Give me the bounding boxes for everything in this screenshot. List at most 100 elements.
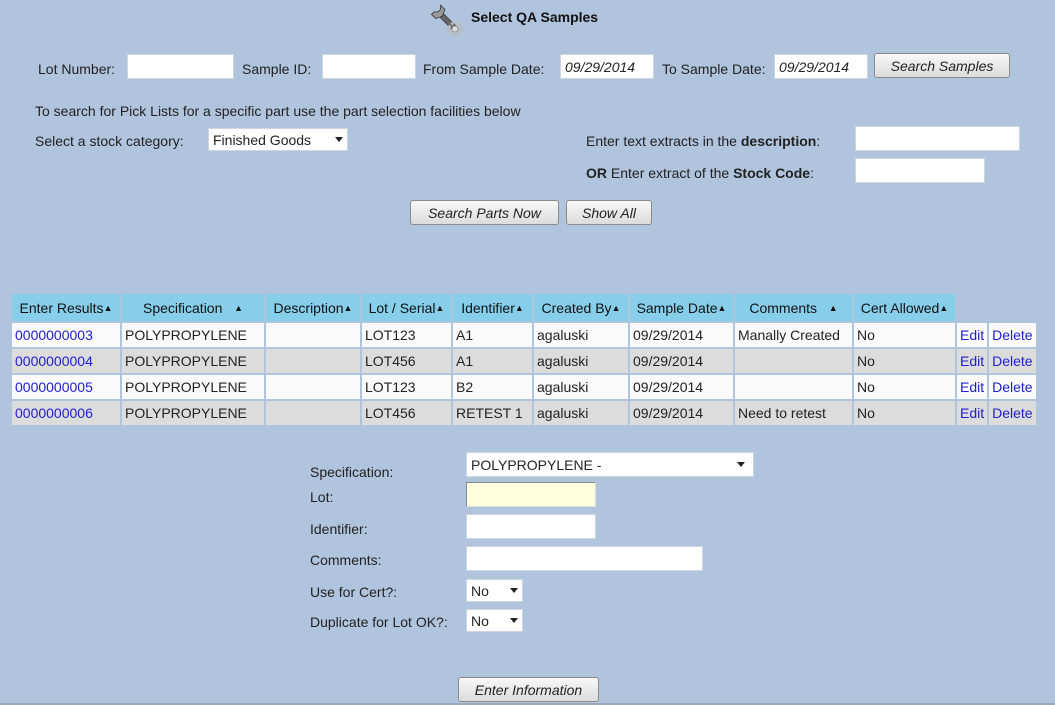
sort-arrow-icon: ▲ (234, 302, 243, 313)
samples-table: Enter Results▲ Specification ▲ Descripti… (10, 292, 1038, 427)
stock-code-label: OR Enter extract of the Stock Code: (586, 165, 814, 181)
cell-identifier: A1 (453, 349, 532, 373)
sort-arrow-icon: ▲ (435, 302, 445, 313)
cell-sample-date: 09/29/2014 (630, 375, 733, 399)
use-for-cert-label: Use for Cert?: (310, 584, 398, 600)
show-all-button[interactable]: Show All (566, 200, 652, 225)
page-title: Select QA Samples (471, 9, 599, 25)
column-header-delete (989, 294, 1035, 321)
enter-information-button[interactable]: Enter Information (458, 677, 599, 702)
cell-lot: LOT456 (362, 349, 451, 373)
sort-arrow-icon: ▲ (103, 302, 113, 313)
column-header-created-by[interactable]: Created By▲ (534, 294, 628, 321)
sample-id-link[interactable]: 0000000003 (12, 323, 120, 347)
cell-created-by: agaluski (534, 401, 628, 425)
sort-arrow-icon: ▲ (611, 302, 621, 313)
cell-sample-date: 09/29/2014 (630, 401, 733, 425)
lot-number-label: Lot Number: (38, 61, 116, 77)
cell-cert-allowed: No (854, 323, 955, 347)
cell-description (266, 349, 360, 373)
lot-input[interactable] (466, 482, 596, 507)
sample-id-link[interactable]: 0000000004 (12, 349, 120, 373)
cell-identifier: A1 (453, 323, 532, 347)
description-input[interactable] (855, 126, 1020, 151)
duplicate-lot-label: Duplicate for Lot OK?: (310, 614, 448, 630)
column-header-edit (957, 294, 987, 321)
cell-identifier: RETEST 1 (453, 401, 532, 425)
use-for-cert-select[interactable]: No (466, 579, 523, 602)
sample-id-link[interactable]: 0000000006 (12, 401, 120, 425)
chevron-down-icon (737, 462, 745, 467)
to-date-label: To Sample Date: (662, 61, 766, 77)
table-row: 0000000003 POLYPROPYLENE LOT123 A1 agalu… (12, 323, 1036, 347)
description-label: Enter text extracts in the description: (586, 133, 821, 149)
sort-arrow-icon: ▲ (828, 302, 838, 313)
cell-specification: POLYPROPYLENE (122, 349, 264, 373)
chevron-down-icon (510, 618, 518, 623)
column-header-comments[interactable]: Comments ▲ (735, 294, 852, 321)
table-header-row: Enter Results▲ Specification ▲ Descripti… (12, 294, 1036, 321)
edit-link[interactable]: Edit (957, 349, 988, 373)
cell-specification: POLYPROPYLENE (122, 323, 264, 347)
sample-id-input[interactable] (322, 54, 416, 79)
column-header-identifier[interactable]: Identifier▲ (453, 294, 532, 321)
cell-cert-allowed: No (854, 401, 955, 425)
cell-comments: Need to retest (735, 401, 852, 425)
cell-lot: LOT123 (362, 375, 451, 399)
cell-specification: POLYPROPYLENE (122, 401, 264, 425)
cell-created-by: agaluski (534, 349, 628, 373)
column-header-sample-date[interactable]: Sample Date▲ (630, 294, 733, 321)
lot-number-input[interactable] (127, 54, 234, 79)
edit-link[interactable]: Edit (957, 323, 988, 347)
duplicate-lot-value: No (471, 612, 489, 629)
chevron-down-icon (335, 137, 343, 142)
table-row: 0000000004 POLYPROPYLENE LOT456 A1 agalu… (12, 349, 1036, 373)
table-row: 0000000005 POLYPROPYLENE LOT123 B2 agalu… (12, 375, 1036, 399)
sort-arrow-icon: ▲ (939, 302, 949, 313)
lot-label: Lot: (310, 489, 334, 505)
column-header-enter-results[interactable]: Enter Results▲ (12, 294, 120, 321)
stock-category-select[interactable]: Finished Goods (208, 128, 348, 151)
sample-id-label: Sample ID: (242, 61, 312, 77)
delete-link[interactable]: Delete (989, 401, 1036, 425)
sample-id-link[interactable]: 0000000005 (12, 375, 120, 399)
edit-link[interactable]: Edit (957, 401, 988, 425)
cell-comments (735, 349, 852, 373)
to-date-input[interactable] (774, 54, 868, 79)
specification-label: Specification: (310, 464, 394, 480)
search-parts-button[interactable]: Search Parts Now (410, 200, 559, 225)
from-date-input[interactable] (560, 54, 654, 79)
cell-lot: LOT123 (362, 323, 451, 347)
cell-description (266, 375, 360, 399)
stock-code-input[interactable] (855, 158, 985, 183)
cell-lot: LOT456 (362, 401, 451, 425)
from-date-label: From Sample Date: (423, 61, 545, 77)
cell-cert-allowed: No (854, 375, 955, 399)
comments-input[interactable] (466, 546, 703, 571)
cell-description (266, 323, 360, 347)
column-header-cert-allowed[interactable]: Cert Allowed▲ (854, 294, 955, 321)
search-samples-button[interactable]: Search Samples (874, 53, 1010, 78)
column-header-lot-serial[interactable]: Lot / Serial▲ (362, 294, 451, 321)
table-row: 0000000006 POLYPROPYLENE LOT456 RETEST 1… (12, 401, 1036, 425)
identifier-input[interactable] (466, 514, 596, 539)
duplicate-lot-select[interactable]: No (466, 609, 523, 632)
cell-identifier: B2 (453, 375, 532, 399)
edit-link[interactable]: Edit (957, 375, 988, 399)
column-header-specification[interactable]: Specification ▲ (122, 294, 264, 321)
delete-link[interactable]: Delete (989, 349, 1036, 373)
cell-comments (735, 375, 852, 399)
delete-link[interactable]: Delete (989, 375, 1036, 399)
specification-value: POLYPROPYLENE - (471, 456, 602, 473)
use-for-cert-value: No (471, 582, 489, 599)
page-header: Select QA Samples (428, 0, 598, 40)
stock-category-value: Finished Goods (213, 131, 312, 148)
delete-link[interactable]: Delete (989, 323, 1036, 347)
column-header-description[interactable]: Description▲ (266, 294, 360, 321)
wrench-gear-icon (430, 4, 463, 37)
sort-arrow-icon: ▲ (514, 302, 524, 313)
cell-sample-date: 09/29/2014 (630, 323, 733, 347)
cell-sample-date: 09/29/2014 (630, 349, 733, 373)
cell-specification: POLYPROPYLENE (122, 375, 264, 399)
specification-select[interactable]: POLYPROPYLENE - (466, 452, 754, 477)
